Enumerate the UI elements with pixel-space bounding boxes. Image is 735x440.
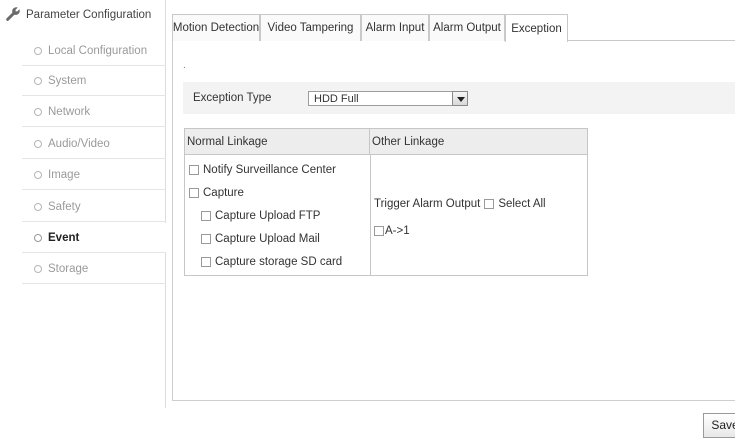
bullet-icon bbox=[34, 170, 42, 179]
select-all-checkbox[interactable] bbox=[484, 199, 495, 209]
exception-type-select[interactable]: HDD Full bbox=[308, 91, 468, 106]
output-a1-checkbox[interactable] bbox=[374, 226, 384, 236]
tab-alarm-input[interactable]: Alarm Input bbox=[361, 14, 429, 41]
tab-alarm-output[interactable]: Alarm Output bbox=[429, 14, 505, 41]
sidebar-item-label: Local Configuration bbox=[48, 44, 148, 57]
marker-text: . bbox=[183, 60, 186, 71]
sidebar-item-label: Network bbox=[48, 105, 91, 118]
tab-bar: Motion Detection Video Tampering Alarm I… bbox=[172, 14, 735, 42]
sidebar-title: Parameter Configuration bbox=[26, 9, 152, 21]
sidebar-item-label: Audio/Video bbox=[48, 137, 110, 150]
chevron-down-icon[interactable] bbox=[452, 91, 468, 106]
sidebar-item-storage[interactable]: Storage bbox=[22, 254, 166, 284]
capture-sd-option: Capture storage SD card bbox=[201, 256, 342, 268]
capture-sd-checkbox[interactable] bbox=[201, 257, 211, 267]
capture-ftp-checkbox[interactable] bbox=[201, 211, 211, 221]
bullet-icon bbox=[34, 139, 42, 148]
notify-center-label: Notify Surveillance Center bbox=[203, 164, 336, 176]
bullet-icon bbox=[34, 107, 42, 116]
notify-center-checkbox[interactable] bbox=[189, 165, 199, 175]
sidebar-item-label: Safety bbox=[48, 200, 81, 213]
tab-exception[interactable]: Exception bbox=[505, 14, 568, 42]
select-all-label: Select All bbox=[498, 198, 546, 210]
bullet-icon bbox=[34, 76, 42, 85]
sidebar-item-label: Event bbox=[48, 231, 80, 244]
sidebar-item-label: Image bbox=[48, 168, 80, 181]
exception-type-label: Exception Type bbox=[193, 92, 272, 104]
normal-linkage-header: Normal Linkage bbox=[185, 129, 370, 155]
capture-mail-option: Capture Upload Mail bbox=[201, 233, 320, 245]
sidebar-item-label: Storage bbox=[48, 262, 89, 275]
sidebar-item-image[interactable]: Image bbox=[22, 160, 166, 190]
capture-mail-label: Capture Upload Mail bbox=[215, 233, 320, 245]
sidebar-item-system[interactable]: System bbox=[22, 66, 166, 96]
bullet-icon bbox=[34, 202, 42, 211]
sidebar-item-event[interactable]: Event bbox=[22, 223, 166, 253]
wrench-icon bbox=[6, 7, 20, 21]
sidebar-item-network[interactable]: Network bbox=[22, 97, 166, 127]
capture-sd-label: Capture storage SD card bbox=[215, 256, 343, 268]
output-a1-label: A->1 bbox=[385, 225, 410, 237]
trigger-alarm-output-row: Trigger Alarm Output Select All bbox=[374, 198, 546, 210]
tab-video-tampering[interactable]: Video Tampering bbox=[260, 14, 361, 41]
output-a1-option: A->1 bbox=[374, 225, 410, 237]
linkage-table: Normal Linkage Other Linkage Notify Surv… bbox=[184, 128, 588, 276]
bullet-icon bbox=[34, 264, 42, 273]
sidebar-item-audio-video[interactable]: Audio/Video bbox=[22, 129, 166, 159]
sidebar-item-safety[interactable]: Safety bbox=[22, 192, 166, 222]
column-divider bbox=[370, 155, 371, 275]
save-button[interactable]: Save bbox=[703, 413, 735, 438]
capture-ftp-option: Capture Upload FTP bbox=[201, 210, 320, 222]
linkage-table-header: Normal Linkage Other Linkage bbox=[185, 129, 587, 155]
capture-checkbox[interactable] bbox=[189, 188, 199, 198]
capture-label: Capture bbox=[203, 187, 244, 199]
trigger-alarm-output-label: Trigger Alarm Output bbox=[374, 198, 481, 210]
other-linkage-header: Other Linkage bbox=[372, 136, 445, 148]
capture-ftp-label: Capture Upload FTP bbox=[215, 210, 321, 222]
tab-motion-detection[interactable]: Motion Detection bbox=[172, 14, 260, 41]
sidebar-header: Parameter Configuration bbox=[0, 0, 166, 26]
bullet-icon bbox=[34, 46, 42, 55]
exception-type-row: Exception Type HDD Full bbox=[183, 82, 735, 114]
capture-mail-checkbox[interactable] bbox=[201, 234, 211, 244]
capture-option: Capture bbox=[189, 187, 244, 199]
sidebar-item-local-configuration[interactable]: Local Configuration bbox=[22, 36, 166, 66]
sidebar: Parameter Configuration Local Configurat… bbox=[0, 0, 166, 408]
bullet-icon bbox=[34, 233, 42, 242]
notify-center-option: Notify Surveillance Center bbox=[189, 164, 336, 176]
sidebar-item-label: System bbox=[48, 74, 87, 87]
